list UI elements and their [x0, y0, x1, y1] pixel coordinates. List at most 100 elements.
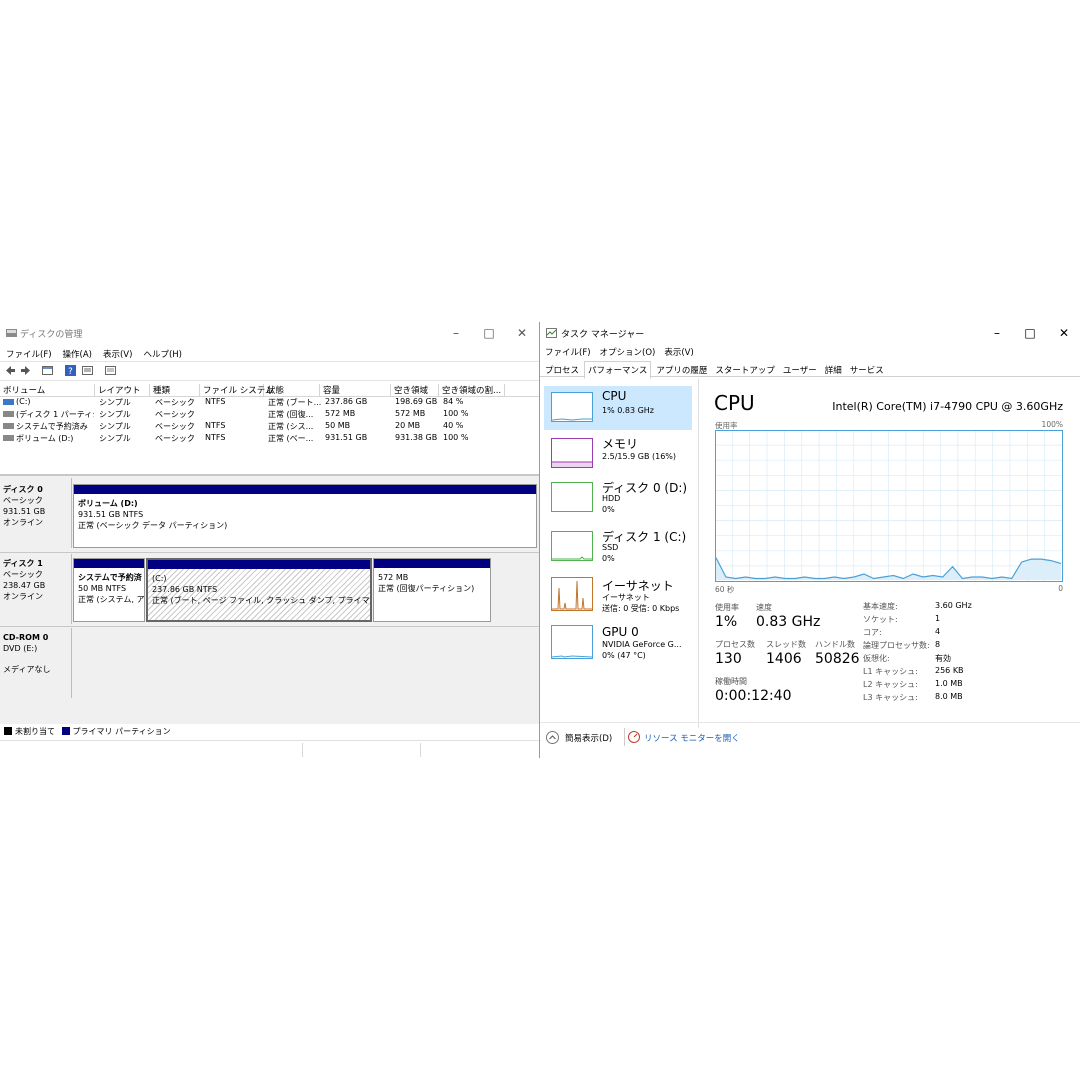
- sidebar-item-memory[interactable]: メモリ 2.5/15.9 GB (16%): [544, 432, 692, 476]
- partition-c-selected[interactable]: (C:) 237.86 GB NTFS 正常 (ブート, ページ ファイル, ク…: [146, 558, 372, 622]
- disk-name: CD-ROM 0: [3, 633, 49, 642]
- resource-monitor-label: リソース モニターを開く: [644, 734, 740, 744]
- minimize-button[interactable]: –: [446, 326, 466, 340]
- processes-value: 130: [715, 651, 742, 667]
- volume-row[interactable]: システムで予約済み シンプル ベーシック NTFS 正常 (シス... 50 M…: [0, 421, 539, 433]
- help-icon[interactable]: ?: [65, 365, 76, 376]
- cell-status: 正常 (回復...: [268, 410, 314, 419]
- disk-1-label[interactable]: ディスク 1 ベーシック 238.47 GB オンライン: [3, 558, 70, 602]
- spec-key: 仮想化:: [863, 654, 890, 663]
- divider: [420, 743, 421, 757]
- sidebar-item-cpu[interactable]: CPU 1% 0.83 GHz: [544, 386, 692, 430]
- spec-value: 256 KB: [935, 666, 964, 675]
- partition-name: ボリューム (D:): [78, 499, 138, 508]
- column-layout[interactable]: レイアウト: [95, 384, 150, 396]
- partition-size: 931.51 GB NTFS: [78, 510, 144, 519]
- cdrom-0-label[interactable]: CD-ROM 0 DVD (E:) メディアなし: [3, 632, 70, 675]
- tab-app-history[interactable]: アプリの履歴: [653, 362, 710, 378]
- disk-size: 238.47 GB: [3, 581, 46, 590]
- minimize-button[interactable]: –: [987, 326, 1007, 340]
- time-axis-start: 60 秒: [715, 585, 735, 594]
- cell-status: 正常 (ブート...: [268, 398, 322, 407]
- column-file-system[interactable]: ファイル システム: [200, 384, 273, 396]
- spec-key: ソケット:: [863, 615, 898, 624]
- menu-action[interactable]: 操作(A): [63, 348, 92, 360]
- legend-swatch-unallocated: [4, 727, 12, 735]
- properties-icon[interactable]: [82, 365, 93, 376]
- partition-bar: [148, 560, 370, 569]
- partition-volume-d[interactable]: ボリューム (D:) 931.51 GB NTFS 正常 (ベーシック データ …: [73, 484, 537, 548]
- sidebar-detail: イーサネット: [602, 593, 650, 602]
- sidebar-item-disk-1[interactable]: ディスク 1 (C:) SSD 0%: [544, 525, 692, 569]
- partition-size: 572 MB: [378, 573, 409, 582]
- maximize-button[interactable]: □: [479, 326, 499, 340]
- column-volume[interactable]: ボリューム: [0, 384, 95, 396]
- tab-processes[interactable]: プロセス: [542, 362, 582, 378]
- volume-row[interactable]: (C:) シンプル ベーシック NTFS 正常 (ブート... 237.86 G…: [0, 397, 539, 409]
- tab-users[interactable]: ユーザー: [780, 362, 820, 378]
- tab-details[interactable]: 詳細: [822, 362, 845, 378]
- forward-arrow-icon[interactable]: [20, 365, 31, 376]
- sidebar-item-ethernet[interactable]: イーサネット イーサネット 送信: 0 受信: 0 Kbps: [544, 574, 692, 618]
- back-arrow-icon[interactable]: [5, 365, 16, 376]
- window-title: タスク マネージャー: [561, 330, 645, 340]
- column-type[interactable]: 種類: [150, 384, 200, 396]
- column-percent-free[interactable]: 空き領域の割...: [439, 384, 505, 396]
- volume-row[interactable]: ボリューム (D:) シンプル ベーシック NTFS 正常 (ベー... 931…: [0, 433, 539, 445]
- cell-layout: シンプル: [99, 434, 131, 443]
- close-button[interactable]: ✕: [512, 326, 532, 340]
- legend: 未割り当て プライマリ パーティション: [4, 726, 171, 737]
- title-bar: ディスクの管理 – □ ✕: [0, 322, 539, 344]
- menu-view[interactable]: 表示(V): [103, 348, 132, 360]
- menu-options[interactable]: オプション(O): [600, 346, 656, 358]
- close-button[interactable]: ✕: [1054, 326, 1074, 340]
- cpu-model: Intel(R) Core(TM) i7-4790 CPU @ 3.60GHz: [832, 400, 1063, 413]
- sidebar-item-gpu-0[interactable]: GPU 0 NVIDIA GeForce G... 0% (47 °C): [544, 622, 692, 666]
- spec-key: L1 キャッシュ:: [863, 667, 918, 676]
- disk-type: ベーシック: [3, 570, 43, 579]
- spec-key: 論理プロセッサ数:: [863, 641, 930, 650]
- title-bar: タスク マネージャー – □ ✕: [540, 322, 1080, 344]
- sidebar-item-disk-0[interactable]: ディスク 0 (D:) HDD 0%: [544, 476, 692, 520]
- column-free-space[interactable]: 空き領域: [391, 384, 439, 396]
- partition-status: 正常 (回復パーティション): [378, 584, 475, 593]
- menu-file[interactable]: ファイル(F): [6, 348, 52, 360]
- menu-file[interactable]: ファイル(F): [545, 346, 591, 358]
- tab-startup[interactable]: スタートアップ: [712, 362, 778, 378]
- cell-volume: ボリューム (D:): [16, 434, 74, 443]
- cell-free: 20 MB: [395, 421, 421, 430]
- menu-help[interactable]: ヘルプ(H): [143, 348, 182, 360]
- volume-list-header: ボリューム レイアウト 種類 ファイル システム 状態 容量 空き領域 空き領域…: [0, 383, 539, 397]
- tab-performance[interactable]: パフォーマンス: [584, 361, 652, 379]
- menu-view[interactable]: 表示(V): [664, 346, 693, 358]
- partition-bar: [74, 559, 144, 568]
- sidebar-detail: SSD: [602, 543, 619, 552]
- spec-value: 1: [935, 614, 941, 623]
- column-capacity[interactable]: 容量: [320, 384, 391, 396]
- cell-capacity: 572 MB: [325, 409, 356, 418]
- cell-capacity: 237.86 GB: [325, 397, 368, 406]
- partition-recovery[interactable]: 572 MB 正常 (回復パーティション): [373, 558, 491, 622]
- menu-bar: ファイル(F) オプション(O) 表示(V): [540, 345, 1080, 361]
- divider: [0, 626, 539, 627]
- console-tree-icon[interactable]: [42, 365, 53, 376]
- sidebar-detail: 1% 0.83 GHz: [602, 406, 655, 415]
- volume-row[interactable]: (ディスク 1 パーティシ... シンプル ベーシック 正常 (回復... 57…: [0, 409, 539, 421]
- disk-0-label[interactable]: ディスク 0 ベーシック 931.51 GB オンライン: [3, 484, 70, 528]
- disk-type: DVD (E:): [3, 644, 38, 653]
- disk-status: オンライン: [3, 518, 43, 527]
- spec-key: L3 キャッシュ:: [863, 693, 918, 702]
- sidebar-detail: 0%: [602, 505, 615, 514]
- column-status[interactable]: 状態: [264, 384, 320, 396]
- list-view-icon[interactable]: [105, 365, 116, 376]
- graph-max-label: 100%: [1041, 420, 1063, 429]
- partition-system-reserved[interactable]: システムで予約済 50 MB NTFS 正常 (システム, ア: [73, 558, 145, 622]
- cell-type: ベーシック: [155, 434, 195, 443]
- partition-status: 正常 (システム, ア: [78, 595, 145, 604]
- tab-services[interactable]: サービス: [847, 362, 887, 378]
- threads-label: スレッド数: [766, 640, 806, 649]
- disk-map: ディスク 0 ベーシック 931.51 GB オンライン ボリューム (D:) …: [0, 474, 539, 724]
- maximize-button[interactable]: □: [1020, 326, 1040, 340]
- disk1-thumbnail-graph: [551, 531, 593, 561]
- divider: [71, 478, 72, 548]
